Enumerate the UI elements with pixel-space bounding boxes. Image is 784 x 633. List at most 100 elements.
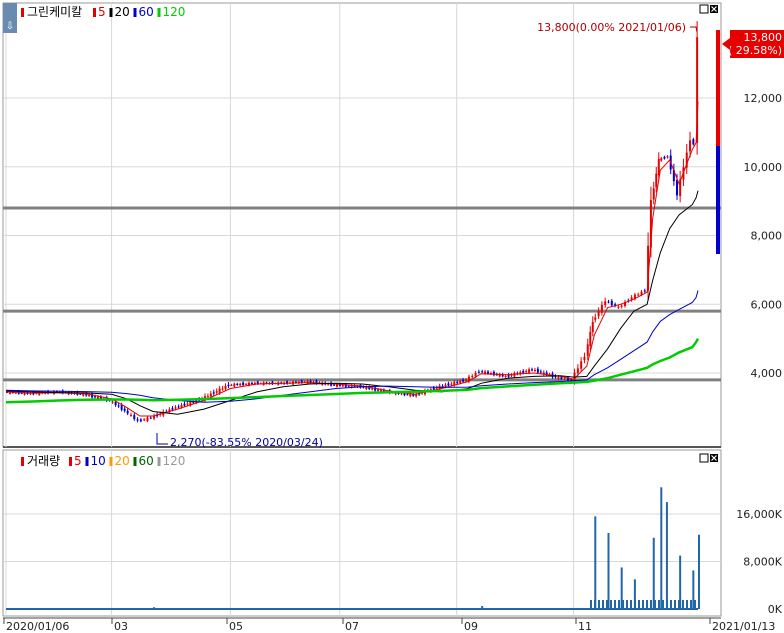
legend-marker xyxy=(157,8,161,17)
legend-title: 그린케미칼 xyxy=(27,5,82,19)
candle xyxy=(209,393,212,397)
candle xyxy=(444,384,447,387)
candle xyxy=(563,378,566,380)
candle xyxy=(510,374,513,376)
candle xyxy=(557,377,560,379)
candle xyxy=(462,379,465,382)
candle xyxy=(533,370,536,372)
candle xyxy=(617,306,620,308)
volume-bar xyxy=(602,600,604,609)
candle xyxy=(465,379,468,381)
candle xyxy=(591,321,594,333)
candle xyxy=(227,384,230,387)
candle xyxy=(689,140,692,152)
max-price-label: 13,800(0.00% 2021/01/06) xyxy=(537,21,686,34)
candle xyxy=(120,404,123,410)
candle xyxy=(450,383,453,385)
candle xyxy=(371,388,374,390)
x-tick-label: 05 xyxy=(229,620,243,633)
legend-label: 5 xyxy=(98,5,106,19)
legend-label: 5 xyxy=(74,454,82,468)
y-tick-label: 10,000 xyxy=(744,161,783,174)
volume-bar xyxy=(638,600,640,609)
volume-bar xyxy=(606,600,608,609)
price-y-axis: 4,000 6,000 8,000 10,000 12,000 xyxy=(744,92,783,380)
volume-bar xyxy=(665,502,668,609)
candle xyxy=(655,173,658,188)
x-tick-label: 03 xyxy=(114,620,128,633)
legend-marker xyxy=(69,457,72,466)
candle xyxy=(206,396,209,398)
volume-bar xyxy=(618,600,620,609)
current-price: 13,800 xyxy=(744,31,783,44)
candle xyxy=(212,392,215,394)
candle xyxy=(447,383,450,386)
volume-bar xyxy=(662,600,664,609)
legend-label: 60 xyxy=(139,5,154,19)
candle xyxy=(186,403,189,405)
volume-bar xyxy=(670,600,672,609)
candle xyxy=(400,393,403,395)
candle xyxy=(484,371,487,374)
current-change: ( 29.58%) xyxy=(728,44,782,57)
candle xyxy=(474,372,477,377)
candle xyxy=(236,383,239,385)
candle xyxy=(607,301,610,303)
candle xyxy=(604,301,607,306)
candle xyxy=(341,385,344,387)
legend-label: 10 xyxy=(91,454,106,468)
candle xyxy=(580,361,583,369)
candle xyxy=(183,403,186,406)
candle xyxy=(676,179,679,196)
min-price-label: 2,270(-83.55% 2020/03/24) xyxy=(170,436,323,449)
candle xyxy=(409,393,412,397)
candle xyxy=(456,382,459,384)
legend-label: 120 xyxy=(163,5,186,19)
candle xyxy=(129,414,132,416)
volume-tick-label: 0K xyxy=(768,603,783,616)
candle xyxy=(536,368,539,373)
current-down-bar xyxy=(716,146,720,254)
volume-bar xyxy=(686,600,688,609)
volume-bar xyxy=(658,600,660,609)
candle xyxy=(522,370,525,373)
volume-bar xyxy=(682,600,684,609)
volume-bar xyxy=(660,487,663,609)
candle xyxy=(643,290,646,292)
candle xyxy=(692,139,695,145)
volume-bar xyxy=(610,600,612,609)
legend-marker xyxy=(109,8,113,17)
legend-title: 거래량 xyxy=(27,454,60,468)
current-price-pointer-icon xyxy=(722,38,730,50)
candle xyxy=(666,156,669,158)
volume-maximize-icon[interactable] xyxy=(699,453,709,463)
candle xyxy=(539,371,542,373)
candle xyxy=(406,394,409,396)
maximize-icon[interactable] xyxy=(699,4,709,14)
candle xyxy=(660,158,663,161)
legend-label: 20 xyxy=(115,454,130,468)
candle xyxy=(471,376,474,378)
candle xyxy=(377,389,380,391)
legend-marker xyxy=(93,8,96,17)
candle xyxy=(136,419,139,421)
volume-bar xyxy=(698,534,700,609)
volume-bar xyxy=(634,600,636,609)
volume-bar xyxy=(654,600,656,609)
candle xyxy=(652,188,655,200)
candle xyxy=(620,305,623,307)
legend-marker xyxy=(21,8,24,17)
x-axis: 2020/01/06 03 05 07 09 11 2021/01/13 xyxy=(3,617,775,633)
candle xyxy=(347,385,350,387)
candle xyxy=(637,294,640,296)
volume-bar xyxy=(690,600,692,609)
candle xyxy=(600,304,603,313)
y-tick-label: 6,000 xyxy=(751,298,783,311)
volume-bar xyxy=(594,600,596,609)
legend-marker xyxy=(85,457,89,466)
x-tick-label: 07 xyxy=(345,620,359,633)
candle xyxy=(531,369,534,371)
candle xyxy=(525,371,528,373)
candle xyxy=(174,407,177,409)
candle xyxy=(126,410,129,414)
